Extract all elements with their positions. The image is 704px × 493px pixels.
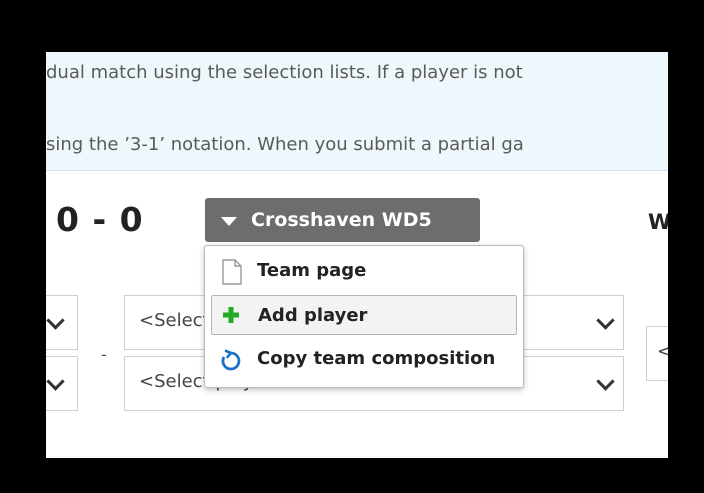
menu-item-team-page[interactable]: Team page <box>211 251 517 291</box>
chevron-down-icon <box>596 372 615 391</box>
caret-down-icon <box>221 216 237 226</box>
info-banner-2: sing the ’3-1’ notation. When you submit… <box>46 120 668 171</box>
page-icon <box>221 259 243 290</box>
team-name: Crosshaven WD5 <box>251 209 432 231</box>
dash-separator: - <box>101 345 107 364</box>
menu-item-label: Copy team composition <box>257 348 496 369</box>
refresh-icon <box>219 349 243 378</box>
plus-icon <box>222 306 240 329</box>
menu-item-label: Add player <box>258 305 368 326</box>
chevron-down-icon <box>46 311 65 330</box>
chevron-down-icon <box>46 372 65 391</box>
menu-item-copy-team-composition[interactable]: Copy team composition <box>211 339 517 379</box>
chevron-down-icon <box>596 311 615 330</box>
opponent-label: W <box>648 210 668 234</box>
menu-item-label: Team page <box>257 260 367 281</box>
match-score: 0 - 0 <box>56 200 144 239</box>
left-player-select-1[interactable] <box>46 295 78 350</box>
right-player-select[interactable]: < <box>646 326 668 381</box>
info-banner-1: dual match using the selection lists. If… <box>46 52 668 120</box>
right-player-select-text: < <box>657 341 668 362</box>
menu-item-add-player[interactable]: Add player <box>211 295 517 335</box>
app-frame: dual match using the selection lists. If… <box>46 52 668 458</box>
left-player-select-2[interactable] <box>46 356 78 411</box>
team-dropdown-menu: Team page Add player Copy team compositi… <box>204 245 524 388</box>
info-line-1: dual match using the selection lists. If… <box>46 62 523 83</box>
info-line-2: sing the ’3-1’ notation. When you submit… <box>46 134 524 155</box>
team-dropdown-button[interactable]: Crosshaven WD5 <box>205 198 480 242</box>
